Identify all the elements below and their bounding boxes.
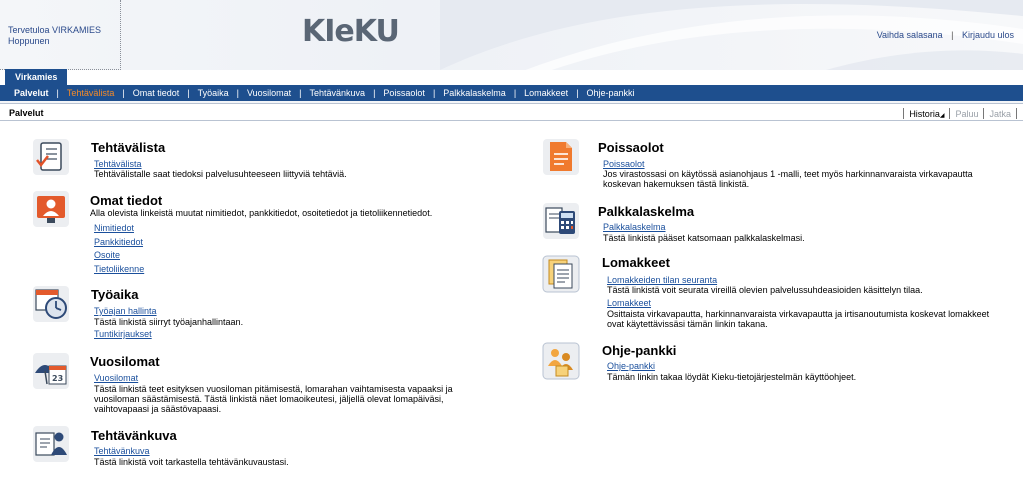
job-description-icon xyxy=(32,425,70,463)
tab-strip: Virkamies xyxy=(0,69,1023,85)
forward-button[interactable]: Jatka xyxy=(984,109,1016,119)
toolbar-divider xyxy=(1016,108,1017,119)
nav-item-palvelut[interactable]: Palvelut xyxy=(14,88,49,98)
tyoajan-hallinta-link[interactable]: Työajan hallinta xyxy=(94,306,157,316)
nav-item-lomakkeet[interactable]: Lomakkeet xyxy=(524,88,568,98)
section-title: Työaika xyxy=(91,287,139,302)
vacation-calendar-icon: 23 xyxy=(32,352,70,390)
tehtavalista-link[interactable]: Tehtävälista xyxy=(94,159,142,169)
tehtavankuva-link[interactable]: Tehtävänkuva xyxy=(94,446,150,456)
section-poissaolot: Poissaolot Poissaolot Jos virastossasi o… xyxy=(542,138,1012,193)
tab-virkamies[interactable]: Virkamies xyxy=(5,69,68,85)
palkkalaskelma-link[interactable]: Palkkalaskelma xyxy=(603,222,666,232)
welcome-text: Tervetuloa VIRKAMIES xyxy=(8,25,102,35)
section-title: Vuosilomat xyxy=(90,354,160,369)
section-description: Tästä linkistä pääset katsomaan palkkala… xyxy=(603,233,805,243)
osoite-link[interactable]: Osoite xyxy=(94,250,120,260)
section-vuosilomat: 23 Vuosilomat Vuosilomat Tästä linkistä … xyxy=(32,352,482,417)
section-description-line: Jos virastossasi on käytössä asianohjaus… xyxy=(603,169,973,179)
section-description: Tästä linkistä siirryt työajanhallintaan… xyxy=(94,317,244,327)
nav-item-omat-tiedot[interactable]: Omat tiedot xyxy=(133,88,180,98)
section-palkkalaskelma: Palkkalaskelma Palkkalaskelma Tästä link… xyxy=(542,202,1012,247)
history-label: Historia xyxy=(909,108,940,119)
nimitiedot-link[interactable]: Nimitiedot xyxy=(94,223,134,233)
section-title: Omat tiedot xyxy=(90,193,163,208)
nav-item-tehtavalista[interactable]: Tehtävälista xyxy=(67,88,115,98)
nav-separator: | xyxy=(373,88,376,98)
section-description-line: Osittaista virkavapautta, harkinnanvarai… xyxy=(607,309,990,319)
section-description-line: Tästä linkistä teet esityksen vuosiloman… xyxy=(94,384,453,394)
section-tehtavalista: Tehtävälista Tehtävälista Tehtävälistall… xyxy=(32,138,472,183)
absence-document-icon xyxy=(542,138,580,176)
main-navigation: Palvelut | Tehtävälista | Omat tiedot | … xyxy=(0,85,1023,101)
section-ohje-pankki: Ohje-pankki Ohje-pankki Tämän linkin tak… xyxy=(542,342,1012,387)
section-title: Ohje-pankki xyxy=(602,343,677,358)
calendar-clock-icon xyxy=(32,285,70,323)
welcome-box: Tervetuloa VIRKAMIES Hoppunen xyxy=(0,0,121,70)
section-tehtavankuva: Tehtävänkuva Tehtävänkuva Tästä linkistä… xyxy=(32,425,472,470)
nav-underline xyxy=(0,101,1023,104)
svg-text:23: 23 xyxy=(52,374,63,383)
section-description-line: vuosiloman säästämisestä. Tästä linkistä… xyxy=(94,394,444,404)
section-description-line: vaihtovapaasi ja säästövapaasi. xyxy=(94,404,222,414)
forms-icon xyxy=(542,255,580,293)
logout-link[interactable]: Kirjaudu ulos xyxy=(962,30,1014,40)
kieku-logo: KIeKU xyxy=(302,14,400,49)
section-title: Lomakkeet xyxy=(602,255,670,270)
nav-item-tyoaika[interactable]: Työaika xyxy=(198,88,229,98)
nav-separator: | xyxy=(56,88,59,98)
nav-item-ohje-pankki[interactable]: Ohje-pankki xyxy=(587,88,635,98)
nav-separator: | xyxy=(187,88,190,98)
task-list-icon xyxy=(32,138,70,176)
page-header: Tervetuloa VIRKAMIES Hoppunen KIeKU Vaih… xyxy=(0,0,1023,70)
change-password-link[interactable]: Vaihda salasana xyxy=(877,30,943,40)
help-bank-icon xyxy=(542,342,580,380)
pankkitiedot-link[interactable]: Pankkitiedot xyxy=(94,237,143,247)
page-title: Palvelut xyxy=(9,108,44,118)
section-description: Alla olevista linkeistä muutat nimitiedo… xyxy=(90,208,433,218)
payslip-calculator-icon xyxy=(542,202,580,240)
nav-item-vuosilomat[interactable]: Vuosilomat xyxy=(247,88,291,98)
section-title: Tehtävälista xyxy=(91,140,166,155)
section-description: Tästä linkistä voit seurata vireillä ole… xyxy=(607,285,923,295)
section-title: Palkkalaskelma xyxy=(598,204,695,219)
section-omat-tiedot: Omat tiedot Alla olevista linkeistä muut… xyxy=(32,190,472,276)
history-menu[interactable]: Historia◢ xyxy=(904,109,949,119)
section-title: Poissaolot xyxy=(598,140,664,155)
nav-separator: | xyxy=(513,88,517,98)
dropdown-arrow-icon: ◢ xyxy=(939,112,945,119)
section-description-line: ovat käytettävissäsi tämän linkin takana… xyxy=(607,319,768,329)
section-tyoaika: Työaika Työajan hallinta Tästä linkistä … xyxy=(32,285,472,343)
lomakkeet-link[interactable]: Lomakkeet xyxy=(607,298,651,308)
back-button[interactable]: Paluu xyxy=(950,109,983,119)
services-content: Tehtävälista Tehtävälista Tehtävälistall… xyxy=(0,122,1023,489)
section-lomakkeet: Lomakkeet Lomakkeiden tilan seuranta Täs… xyxy=(542,255,1017,335)
history-controls: Historia◢ Paluu Jatka xyxy=(903,108,1017,119)
nav-separator: | xyxy=(299,88,302,98)
section-description: Tästä linkistä voit tarkastella tehtävän… xyxy=(94,457,289,467)
vuosilomat-link[interactable]: Vuosilomat xyxy=(94,373,138,383)
nav-item-palkkalaskelma[interactable]: Palkkalaskelma xyxy=(443,88,506,98)
nav-item-poissaolot[interactable]: Poissaolot xyxy=(383,88,425,98)
nav-separator: | xyxy=(432,88,436,98)
section-description: Tämän linkin takaa löydät Kieku-tietojär… xyxy=(607,372,857,382)
tuntikirjaukset-link[interactable]: Tuntikirjaukset xyxy=(94,329,152,339)
tietoliikenne-link[interactable]: Tietoliikenne xyxy=(94,264,144,274)
nav-separator: | xyxy=(576,88,579,98)
section-description-line: koskevan hakemuksen tästä linkistä. xyxy=(603,179,750,189)
section-title: Tehtävänkuva xyxy=(91,428,177,443)
lomakkeiden-tilan-seuranta-link[interactable]: Lomakkeiden tilan seuranta xyxy=(607,275,717,285)
personal-info-icon xyxy=(32,190,70,228)
section-description: Tehtävälistalle saat tiedoksi palvelusuh… xyxy=(94,169,347,179)
poissaolot-link[interactable]: Poissaolot xyxy=(603,159,645,169)
header-links: Vaihda salasana | Kirjaudu ulos xyxy=(877,30,1014,40)
user-name: Hoppunen xyxy=(8,36,50,46)
page-toolbar: Palvelut Historia◢ Paluu Jatka xyxy=(0,105,1023,121)
nav-item-tehtavankuva[interactable]: Tehtävänkuva xyxy=(310,88,366,98)
nav-separator: | xyxy=(122,88,125,98)
ohje-pankki-link[interactable]: Ohje-pankki xyxy=(607,361,655,371)
header-separator: | xyxy=(951,30,954,40)
nav-separator: | xyxy=(236,88,239,98)
